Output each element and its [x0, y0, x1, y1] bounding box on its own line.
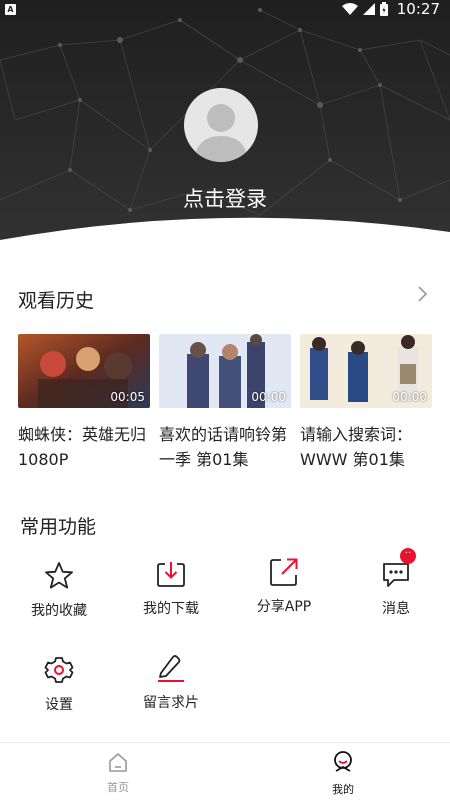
history-item-title[interactable]: 蜘蛛侠：英雄无归 1080P: [18, 422, 154, 472]
login-button[interactable]: 点击登录: [0, 183, 450, 213]
favorites-button[interactable]: 我的收藏: [9, 560, 109, 620]
favorites-label: 我的收藏: [31, 603, 87, 619]
video-thumbnail[interactable]: 00:00: [300, 334, 432, 408]
profile-header: A 10:27 点击登录: [0, 0, 450, 260]
gear-icon: [43, 654, 75, 686]
status-notification-badge: A: [5, 4, 16, 15]
user-avatar-icon[interactable]: [184, 88, 258, 162]
history-item[interactable]: 00:05 蜘蛛侠：英雄无归 1080P: [18, 334, 150, 472]
history-item[interactable]: 00:00 请输入搜索词：WWW 第01集: [300, 334, 432, 472]
history-item-title[interactable]: 请输入搜索词：WWW 第01集: [300, 422, 436, 472]
request-movie-label: 留言求片: [143, 695, 199, 711]
nav-label-home: 首页: [107, 781, 129, 794]
message-badge: ··: [400, 548, 416, 564]
profile-icon: [334, 751, 352, 772]
video-duration: 00:05: [110, 390, 145, 404]
signal-icon: [362, 3, 375, 15]
nav-item-home[interactable]: 首页: [73, 751, 163, 795]
download-icon: [155, 558, 187, 590]
nav-label-profile: 我的: [332, 783, 354, 796]
status-time: 10:27: [396, 0, 440, 18]
messages-label: 消息: [382, 601, 410, 617]
chevron-right-icon[interactable]: [414, 283, 432, 305]
wifi-icon: [341, 3, 358, 15]
edit-icon: [155, 652, 187, 684]
status-bar: A 10:27: [0, 0, 450, 18]
video-thumbnail[interactable]: 00:05: [18, 334, 150, 408]
settings-button[interactable]: 设置: [9, 654, 109, 714]
settings-label: 设置: [45, 697, 73, 713]
video-duration: 00:00: [251, 390, 286, 404]
downloads-button[interactable]: 我的下载: [121, 558, 221, 618]
share-app-label: 分享APP: [256, 599, 312, 615]
functions-title: 常用功能: [20, 516, 97, 538]
bottom-navigation: 首页 我的: [0, 742, 450, 801]
video-thumbnail[interactable]: 00:00: [159, 334, 291, 408]
nav-item-profile[interactable]: 我的: [298, 751, 388, 797]
video-duration: 00:00: [392, 390, 427, 404]
battery-icon: [379, 2, 388, 16]
share-app-button[interactable]: 分享APP: [234, 556, 334, 616]
downloads-label: 我的下载: [143, 601, 199, 617]
messages-button[interactable]: ·· 消息: [346, 548, 446, 618]
request-movie-button[interactable]: 留言求片: [121, 652, 221, 712]
share-icon: [268, 556, 300, 588]
message-icon: ··: [380, 548, 416, 590]
home-icon: [109, 753, 127, 772]
star-icon: [43, 560, 75, 592]
history-item[interactable]: 00:00 喜欢的话请响铃第一季 第01集: [159, 334, 291, 472]
history-title: 观看历史: [18, 290, 95, 312]
history-item-title[interactable]: 喜欢的话请响铃第一季 第01集: [159, 422, 295, 472]
